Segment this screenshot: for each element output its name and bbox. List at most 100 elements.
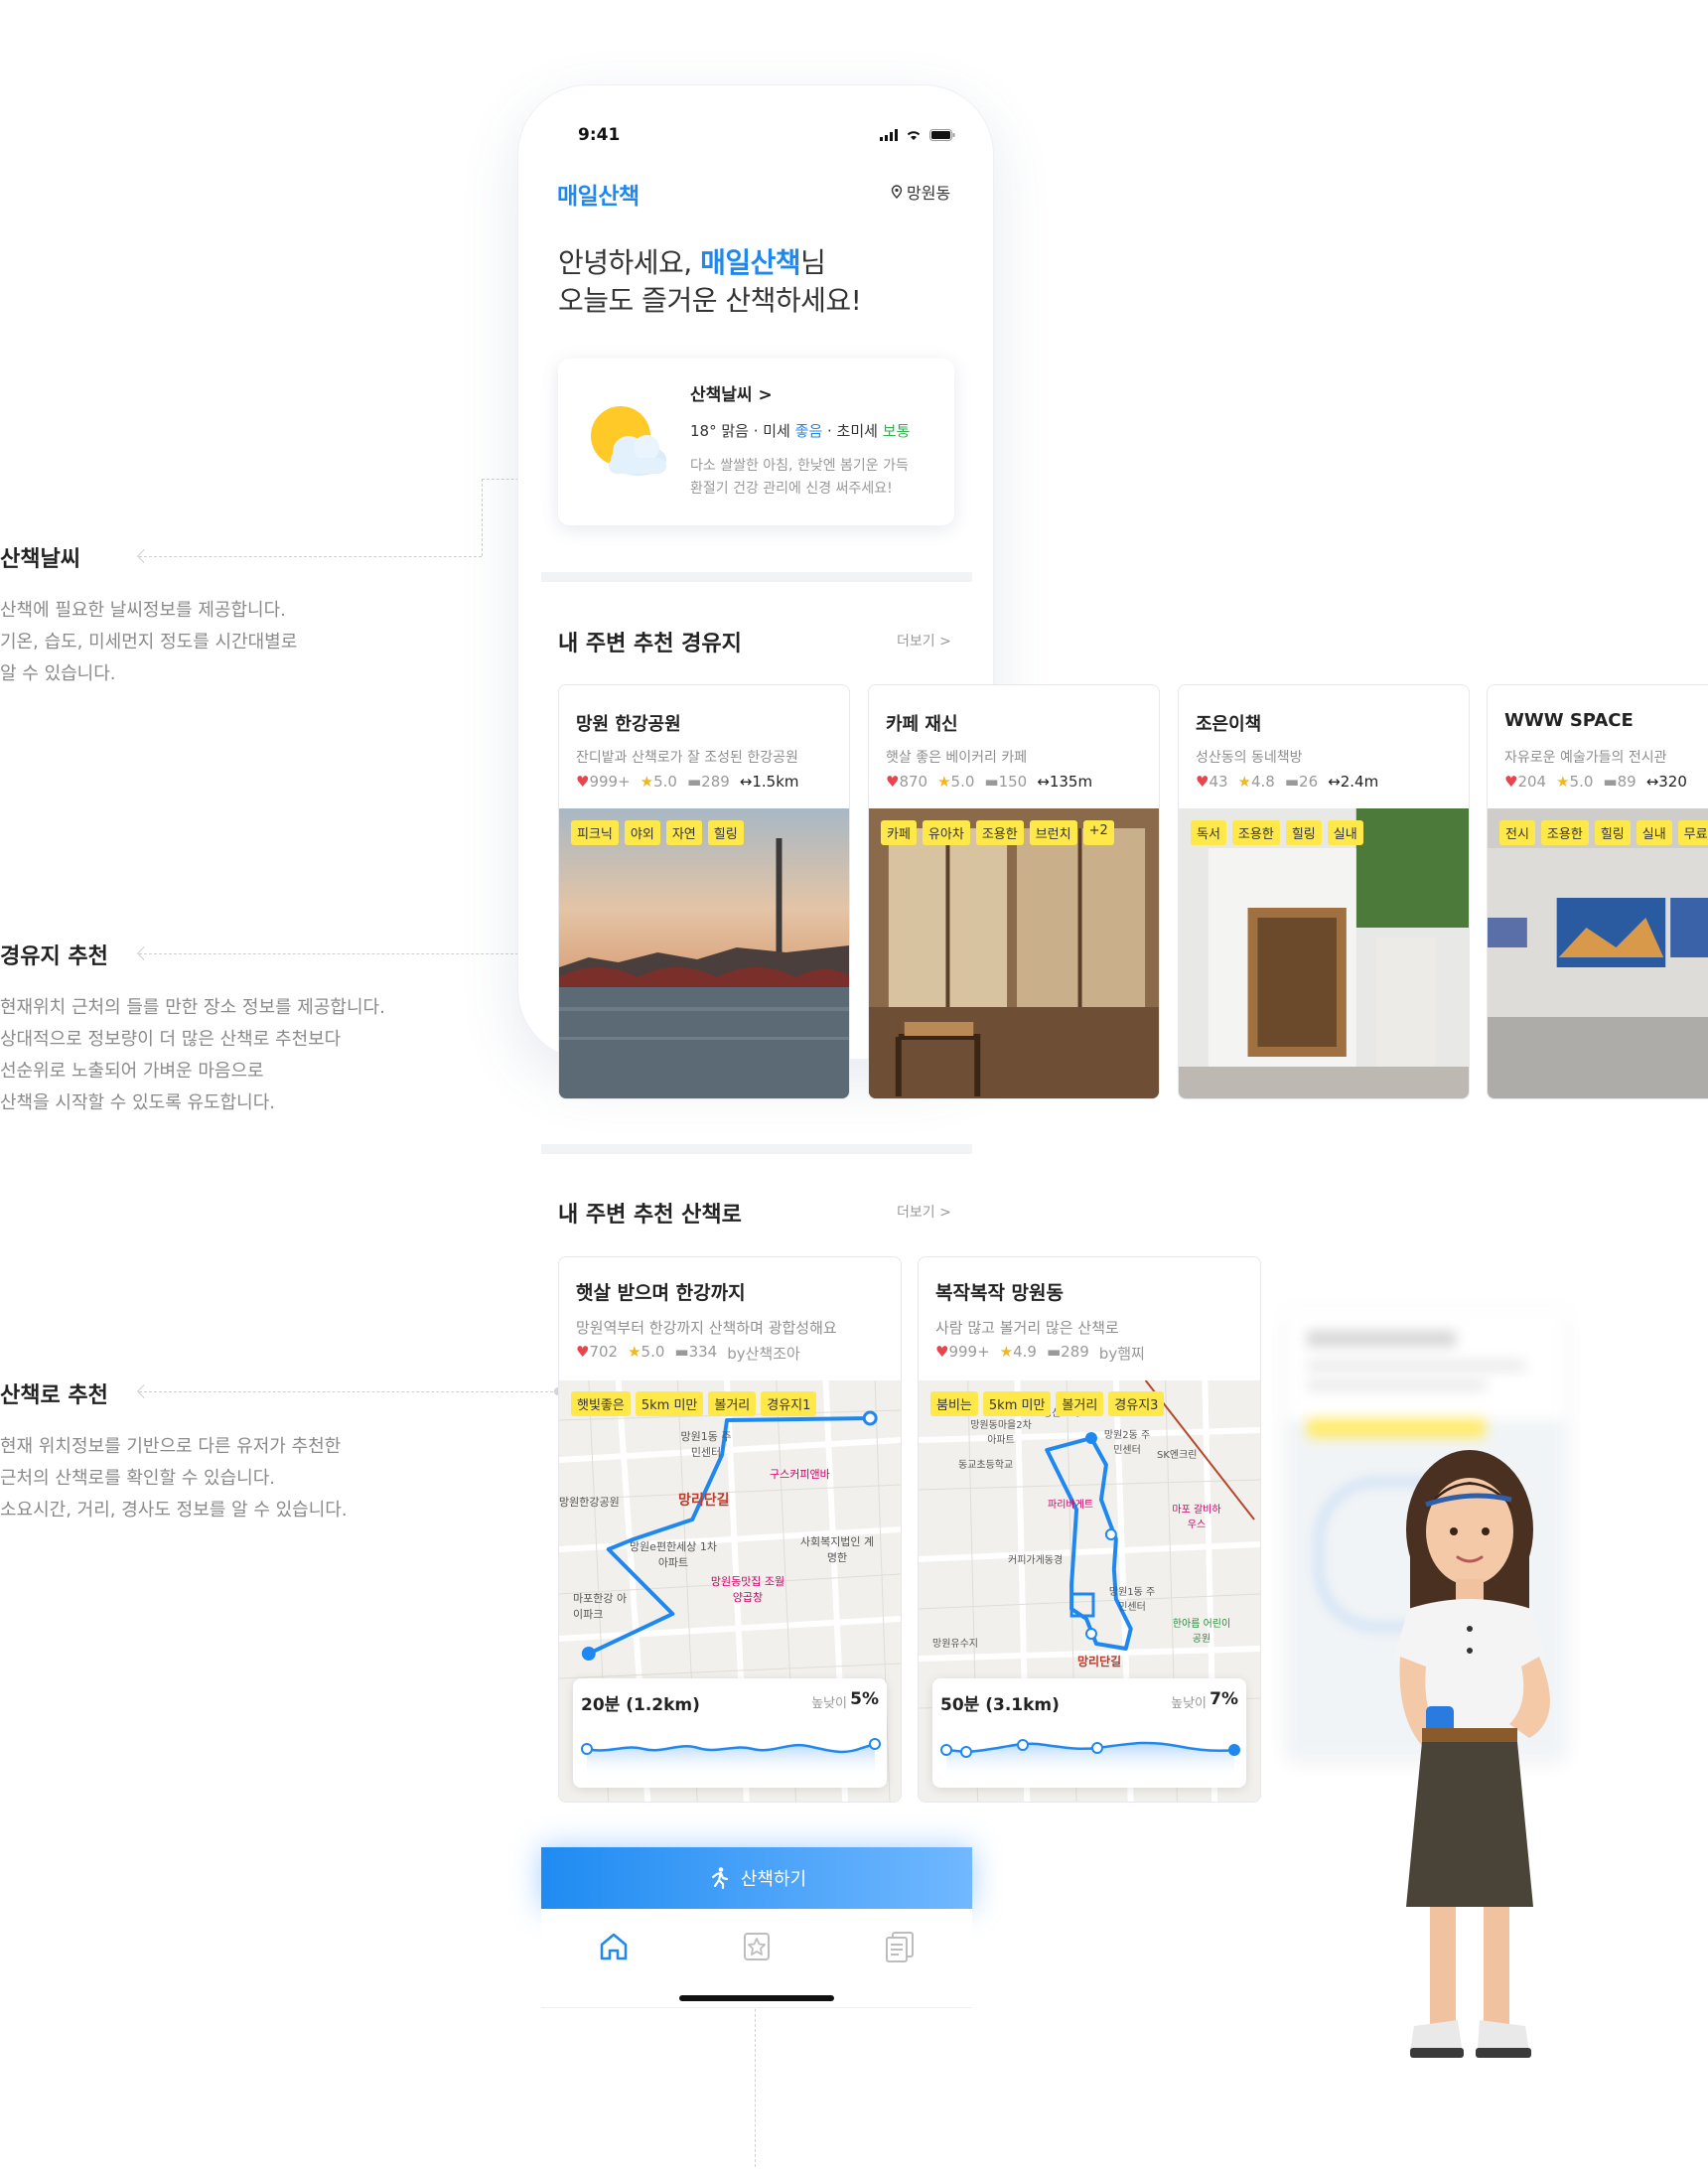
annotation-weather: 산책날씨 산책에 필요한 날씨정보를 제공합니다. 기온, 습도, 미세먼지 정… (0, 541, 417, 690)
route-stats: ♥999+ ★4.9 ▬289 by햄찌 (935, 1343, 1145, 1364)
connector-line (139, 556, 482, 557)
star-icon: ★ (1237, 773, 1251, 791)
distance-icon: ↔ (739, 773, 753, 791)
location-pin-icon (891, 185, 903, 199)
comment-count: 334 (688, 1343, 718, 1361)
place-name: 망원 한강공원 (576, 714, 681, 735)
home-icon[interactable] (594, 1927, 634, 1966)
comment-count: 289 (1061, 1343, 1089, 1361)
tag: 무료 (1677, 820, 1708, 845)
route-desc: 망원역부터 한강까지 산책하며 광합성해요 (576, 1319, 837, 1337)
tag: 브런치 (1029, 820, 1077, 845)
tag-list: 카페 유아차 조용한 브런치 +2 (881, 820, 1114, 845)
comment-icon: ▬ (674, 1343, 689, 1361)
routes-section-title: 내 주변 추천 산책로 (558, 1203, 742, 1228)
elevation-panel: 20분 (1.2km) 높낮이 5% (573, 1678, 887, 1788)
heart-icon: ♥ (935, 1343, 949, 1361)
place-card[interactable]: WWW SPACE 자유로운 예술가들의 전시관 ♥204 ★5.0 ▬89 ↔… (1487, 684, 1708, 1099)
route-name: 복작복작 망원동 (935, 1282, 1064, 1304)
records-icon[interactable] (880, 1927, 920, 1966)
comment-count: 89 (1617, 773, 1637, 791)
elevation-panel: 50분 (3.1km) 높낮이 7% (932, 1678, 1246, 1788)
connector-line (139, 953, 558, 954)
distance-icon: ↔ (1645, 773, 1659, 791)
tag: 5km 미만 (635, 1391, 704, 1416)
weather-title[interactable]: 산책날씨 > (690, 380, 773, 405)
place-photo (1179, 808, 1469, 1098)
star-icon: ★ (1556, 773, 1570, 791)
slope-value: 7% (1210, 1689, 1238, 1709)
fine-dust-status: 좋음 (794, 422, 823, 440)
place-card[interactable]: 망원 한강공원 잔디밭과 산책로가 잘 조성된 한강공원 ♥999+ ★5.0 … (558, 684, 850, 1099)
tag: 야외 (624, 820, 660, 845)
star-icon: ★ (937, 773, 951, 791)
place-photo (869, 808, 1159, 1098)
rating: 4.9 (1013, 1343, 1037, 1361)
route-duration: 20분 (1.2km) (581, 1695, 700, 1715)
map-label: 망원1동 주민센터 (680, 1430, 732, 1459)
signal-icon (880, 129, 898, 141)
wifi-icon (907, 131, 921, 140)
tag: 독서 (1191, 820, 1226, 845)
like-count: 204 (1517, 773, 1547, 791)
map-label: 마포한강 아이파크 (573, 1592, 628, 1621)
rating: 4.8 (1251, 773, 1275, 791)
connector-line (482, 479, 483, 556)
weather-stats: 18° 맑음 · 미세 좋음 · 초미세 보통 (690, 420, 910, 441)
star-icon: ★ (628, 1343, 641, 1361)
map-label: 구스커피앤바 (770, 1468, 830, 1481)
ultra-fine-dust-status: 보통 (882, 422, 911, 440)
routes-more-link[interactable]: 더보기 > (897, 1202, 951, 1222)
route-card[interactable]: 햇살 받으며 한강까지 망원역부터 한강까지 산책하며 광합성해요 ♥702 ★… (558, 1256, 902, 1803)
annotation-title: 산책날씨 (0, 547, 80, 572)
route-name: 햇살 받으며 한강까지 (576, 1282, 746, 1304)
greeting-line2: 오늘도 즐거운 산책하세요! (558, 284, 862, 317)
tag-list: 피크닉 야외 자연 힐링 (571, 820, 744, 845)
place-name: 카페 재신 (886, 714, 958, 735)
weather-desc: 다소 쌀쌀한 아침, 한낮엔 봄기운 가득 환절기 건강 관리에 신경 써주세요… (690, 458, 909, 497)
places-more-link[interactable]: 더보기 > (897, 631, 951, 651)
map-label: 커피가게동경 (1008, 1555, 1064, 1566)
distance-icon: ↔ (1037, 773, 1050, 791)
temp-condition: 18° 맑음 · 미세 (690, 422, 795, 440)
map-label: 사회복지법인 계명한 (799, 1535, 875, 1564)
distance: 320 (1658, 773, 1687, 791)
tag: 전시 (1499, 820, 1535, 845)
place-desc: 햇살 좋은 베이커리 카페 (886, 750, 1028, 766)
home-indicator (679, 1995, 834, 2001)
places-section-title: 내 주변 추천 경유지 (558, 632, 742, 656)
heart-icon: ♥ (576, 1343, 590, 1361)
greeting-username: 매일산책 (700, 246, 801, 279)
tag-list: 독서 조용한 힐링 실내 (1191, 820, 1363, 845)
greeting-suffix: 님 (800, 246, 826, 279)
star-icon: ★ (640, 773, 654, 791)
walking-icon (711, 1867, 728, 1890)
place-card[interactable]: 카페 재신 햇살 좋은 베이커리 카페 ♥870 ★5.0 ▬150 ↔135m… (868, 684, 1160, 1099)
route-card[interactable]: 복작복작 망원동 사람 많고 볼거리 많은 산책로 ♥999+ ★4.9 ▬28… (918, 1256, 1261, 1803)
map-label: 망원유수지 (932, 1639, 978, 1650)
tag: 힐링 (1285, 820, 1322, 845)
sun-cloud-icon (591, 406, 666, 476)
like-count: 999+ (948, 1343, 990, 1361)
location-selector[interactable]: 망원동 (891, 180, 950, 204)
heart-icon: ♥ (1196, 773, 1210, 791)
elevation-graph (940, 1739, 1240, 1778)
place-card[interactable]: 조은이책 성산동의 동네책방 ♥43 ★4.8 ▬26 ↔2.4m 독서 조용한… (1178, 684, 1470, 1099)
start-walk-button[interactable]: 산책하기 (541, 1847, 972, 1909)
weather-card[interactable]: 산책날씨 > 18° 맑음 · 미세 좋음 · 초미세 보통 다소 쌀쌀한 아침… (558, 359, 954, 525)
rating: 5.0 (640, 1343, 665, 1361)
place-desc: 잔디밭과 산책로가 잘 조성된 한강공원 (576, 750, 798, 766)
comment-icon: ▬ (1284, 773, 1300, 791)
annotation-desc: 현재위치 근처의 들를 만한 장소 정보를 제공합니다. 상대적으로 정보량이 … (0, 997, 385, 1113)
distance: 1.5km (752, 773, 799, 791)
slope-value: 5% (850, 1689, 879, 1709)
tag: 5km 미만 (982, 1391, 1052, 1416)
route-author: by햄찌 (1098, 1345, 1145, 1363)
map-label: 망원2동 주민센터 (1103, 1430, 1151, 1456)
map-label: 마포 갈비하우스 (1172, 1505, 1221, 1530)
place-desc: 성산동의 동네책방 (1196, 750, 1303, 766)
location-label: 망원동 (907, 184, 951, 203)
favorites-icon[interactable] (737, 1927, 777, 1966)
map-label: 파리바게트 (1048, 1500, 1093, 1511)
distance: 135m (1049, 773, 1093, 791)
